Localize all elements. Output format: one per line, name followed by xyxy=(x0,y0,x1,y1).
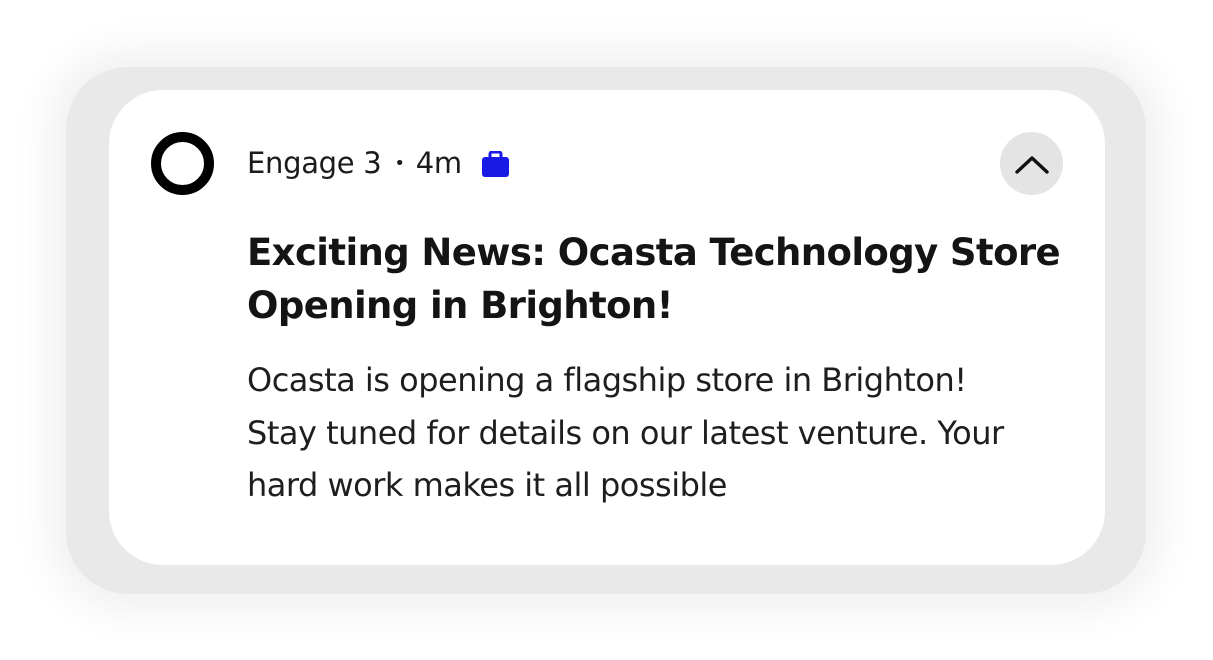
app-name: Engage 3 xyxy=(247,146,382,180)
timestamp: 4m xyxy=(415,146,462,180)
collapse-button[interactable] xyxy=(1000,132,1063,195)
notification-header: Engage 3 • 4m xyxy=(247,143,509,183)
body-line: Stay tuned for details on our latest ven… xyxy=(247,413,1004,452)
ring-icon xyxy=(151,132,214,195)
body-line: Ocasta is opening a flagship store in Br… xyxy=(247,361,967,399)
notification-stage: Engage 3 • 4m Exciting News: Ocasta Tech… xyxy=(0,0,1213,660)
notification-title: Exciting News: Ocasta Technology Store O… xyxy=(247,226,1061,332)
title-line: Opening in Brighton! xyxy=(247,284,674,327)
briefcase-icon xyxy=(481,151,509,177)
body-line: hard work makes it all possible xyxy=(247,466,727,504)
separator-dot: • xyxy=(394,152,405,174)
chevron-up-icon xyxy=(1014,155,1049,174)
notification-body: Ocasta is opening a flagship store in Br… xyxy=(247,354,1087,512)
title-line: Exciting News: Ocasta Technology Store xyxy=(247,231,1061,274)
